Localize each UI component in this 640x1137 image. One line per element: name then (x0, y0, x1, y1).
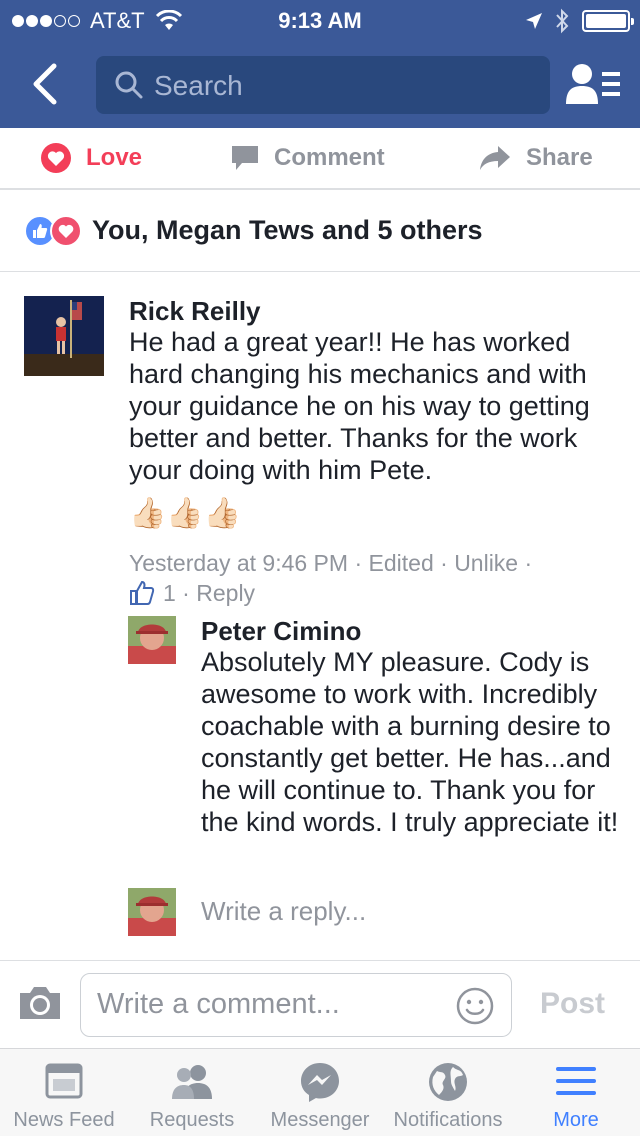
like-count-icon[interactable] (129, 580, 155, 606)
unlike-link[interactable]: Unlike (454, 550, 518, 576)
comment-label: Comment (274, 144, 385, 171)
reactions-summary[interactable]: You, Megan Tews and 5 others (0, 190, 640, 272)
friend-list-icon[interactable] (566, 60, 622, 110)
reactions-text: You, Megan Tews and 5 others (92, 215, 483, 245)
thumbs-up-emoji: 👍🏻👍🏻👍🏻 (129, 497, 242, 530)
tab-label: Notifications (393, 1109, 503, 1131)
share-arrow-icon (480, 146, 510, 170)
search-placeholder: Search (154, 70, 243, 101)
write-reply-row[interactable]: Write a reply... (128, 888, 608, 936)
messenger-icon (301, 1063, 339, 1102)
comment-meta-secondary: 1 · Reply (129, 578, 619, 608)
love-label: Love (86, 144, 143, 171)
hamburger-menu-icon (556, 1067, 596, 1095)
search-input[interactable]: Search (96, 56, 550, 114)
back-chevron-icon[interactable] (22, 54, 70, 114)
search-icon (115, 71, 143, 99)
tab-bar: News Feed Requests Messenger Notificatio… (0, 1048, 640, 1136)
comment-author[interactable]: Rick Reilly (129, 296, 619, 326)
comment-meta: Yesterday at 9:46 PM · Edited · Unlike · (129, 550, 533, 576)
tab-requests[interactable]: Requests (128, 1049, 256, 1137)
love-button[interactable]: Love (40, 136, 142, 180)
edited-label[interactable]: Edited (369, 550, 434, 576)
tab-notifications[interactable]: Notifications (384, 1049, 512, 1137)
heart-icon (41, 143, 71, 173)
comment-composer: Write a comment... Post (0, 960, 640, 1048)
tab-more[interactable]: More (512, 1049, 640, 1137)
tab-messenger[interactable]: Messenger (256, 1049, 384, 1137)
avatar[interactable] (128, 616, 176, 664)
post-button[interactable]: Post (540, 987, 605, 1021)
top-header: AT&T 9:13 AM Search (0, 0, 640, 128)
comment-text: He had a great year!! He has worked hard… (129, 327, 590, 485)
comment-input[interactable]: Write a comment... (80, 973, 512, 1037)
bluetooth-icon (556, 8, 569, 34)
tab-news-feed[interactable]: News Feed (0, 1049, 128, 1137)
write-reply-placeholder: Write a reply... (201, 896, 367, 926)
comment-bubble-icon (232, 146, 258, 170)
love-reaction-icon (50, 214, 82, 247)
share-button[interactable]: Share (478, 136, 593, 180)
tab-label: Requests (149, 1109, 235, 1131)
comment-timestamp[interactable]: Yesterday at 9:46 PM (129, 550, 348, 576)
profile-photo (128, 616, 176, 664)
profile-photo (128, 888, 176, 936)
tab-label: Messenger (270, 1109, 370, 1131)
share-label: Share (526, 144, 593, 171)
post-actions-row: Love Comment Share (0, 128, 640, 190)
location-arrow-icon (526, 13, 542, 29)
comment-input-placeholder: Write a comment... (97, 988, 340, 1020)
avatar[interactable] (24, 296, 104, 376)
reply-text: Absolutely MY pleasure. Cody is awesome … (201, 647, 619, 837)
globe-icon (429, 1063, 467, 1101)
tab-label: More (553, 1109, 599, 1131)
emoji-smiley-icon[interactable] (455, 986, 495, 1026)
camera-icon[interactable] (16, 983, 64, 1023)
profile-photo (24, 296, 104, 376)
reply-author[interactable]: Peter Cimino (201, 616, 621, 646)
battery-icon (582, 10, 634, 32)
friend-requests-icon (172, 1065, 212, 1099)
news-feed-icon (45, 1063, 83, 1099)
nav-bar: Search (0, 40, 640, 128)
status-bar: AT&T 9:13 AM (0, 0, 640, 40)
reply-link[interactable]: Reply (196, 578, 255, 608)
comment-button[interactable]: Comment (230, 136, 385, 180)
like-count[interactable]: 1 (163, 578, 176, 608)
avatar (128, 888, 176, 936)
